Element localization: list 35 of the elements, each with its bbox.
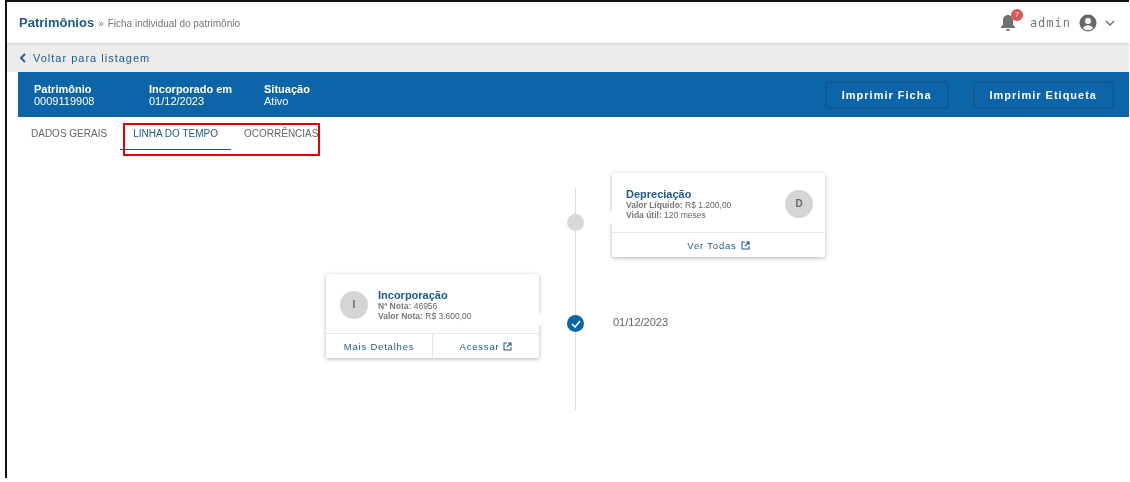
breadcrumb-separator: »	[98, 18, 104, 29]
user-avatar-icon[interactable]	[1079, 13, 1097, 32]
tab[interactable]: DADOS GERAIS	[18, 117, 121, 150]
event-title: Incorporação	[378, 288, 449, 301]
breadcrumb-link[interactable]: Patrimônios	[19, 15, 95, 30]
field-value: Ativo	[264, 94, 289, 107]
tab[interactable]: LINHA DO TEMPO	[120, 117, 231, 150]
field-label: Situação	[264, 82, 311, 95]
field-label: Incorporado em	[149, 82, 234, 95]
external-link-icon	[503, 341, 513, 351]
card-action-link[interactable]: Acessar	[432, 334, 539, 358]
avatar-initial: D	[785, 189, 813, 218]
field-value: 01/12/2023	[149, 94, 205, 107]
field-value: 0009119908	[34, 94, 96, 107]
bell-icon[interactable]	[999, 13, 1016, 32]
field-label: Patrimônio	[34, 82, 93, 95]
chevron-left-icon	[19, 52, 27, 63]
card-action-link[interactable]: Mais Detalhes	[326, 334, 432, 358]
breadcrumb-current: Ficha individual do patrimônio	[107, 18, 240, 29]
event-date: 01/12/2023	[613, 316, 669, 328]
event-detail: Nº Nota: 46956	[378, 300, 438, 311]
avatar-initial: I	[340, 290, 368, 319]
card-action-link[interactable]: Ver Todas	[612, 233, 825, 257]
external-link-icon	[740, 240, 750, 250]
notification-badge: 7	[1010, 8, 1023, 21]
event-title: Depreciação	[626, 187, 693, 200]
print-button[interactable]: Imprimir Etiqueta	[973, 81, 1113, 108]
user-name[interactable]: admin	[1029, 15, 1071, 30]
event-detail: Vida útil: 120 meses	[626, 209, 707, 220]
event-detail: Valor Líquido: R$ 1.200,00	[626, 199, 732, 210]
chevron-down-icon[interactable]	[1105, 19, 1115, 26]
tab[interactable]: OCORRÊNCIAS	[231, 117, 332, 150]
event-detail: Valor Nota: R$ 3.600,00	[378, 310, 472, 321]
print-button[interactable]: Imprimir Ficha	[825, 81, 948, 108]
back-link[interactable]: Voltar para listagem	[19, 51, 151, 64]
